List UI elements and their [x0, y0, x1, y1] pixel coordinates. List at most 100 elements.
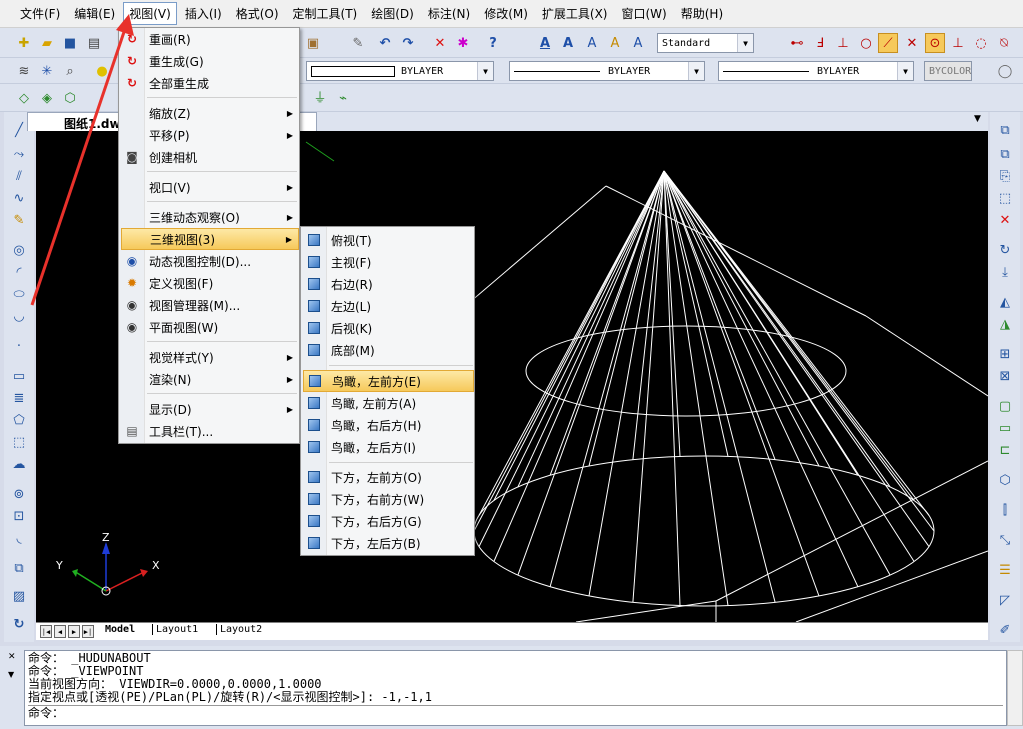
menu-window[interactable]: 窗口(W) — [616, 2, 673, 25]
spring-icon[interactable]: ≣ — [9, 388, 29, 408]
circle-tool-icon[interactable]: ◯ — [995, 61, 1015, 81]
array-icon[interactable]: ◮ — [995, 314, 1015, 334]
menu-item-display[interactable]: 显示(D) ▶ — [119, 398, 299, 420]
layer-on-icon[interactable]: ● — [92, 61, 112, 81]
last-tab-icon[interactable]: ▶| — [82, 625, 94, 638]
new-file-icon[interactable]: ✚ — [14, 33, 34, 53]
tab-model[interactable]: Model — [102, 624, 138, 635]
sketch-icon[interactable]: ✎ — [9, 210, 29, 230]
mtext-icon[interactable]: A — [558, 33, 578, 53]
copy-multiple-icon[interactable]: ⧉ — [995, 144, 1015, 164]
rectangle-icon[interactable]: ▭ — [9, 366, 29, 386]
command-scrollbar[interactable] — [1007, 650, 1023, 726]
stretch-icon[interactable]: ⊠ — [995, 366, 1015, 386]
menu-item-back[interactable]: 后视(K) — [301, 317, 474, 339]
find-text-icon[interactable]: A — [628, 33, 648, 53]
menu-item-redraw[interactable]: ↻ 重画(R) — [119, 28, 299, 50]
paste-icon[interactable]: ▣ — [303, 33, 323, 53]
snap-center-icon[interactable]: ○ — [856, 33, 876, 53]
align-icon[interactable]: ⫿ — [995, 500, 1015, 520]
snap-node-icon[interactable]: ⊙ — [925, 33, 945, 53]
print-icon[interactable]: ▤ — [84, 33, 104, 53]
menu-format[interactable]: 格式(O) — [230, 2, 285, 25]
menu-item-dynamic-view[interactable]: ◉ 动态视图控制(D)... — [119, 250, 299, 272]
menu-item-below-sw[interactable]: 下方，左前方(O) — [301, 466, 474, 488]
snap-intersection-icon[interactable]: ✕ — [902, 33, 922, 53]
copy-icon[interactable]: ⧉ — [995, 120, 1015, 140]
ellipse-arc-icon[interactable]: ◡ — [9, 306, 29, 326]
properties-icon[interactable]: ✐ — [995, 620, 1015, 640]
snap-endpoint-icon[interactable]: ⊷ — [787, 33, 807, 53]
first-tab-icon[interactable]: |◀ — [40, 625, 52, 638]
solid-wedge-icon[interactable]: ◈ — [37, 88, 57, 108]
match-properties-icon[interactable]: ✎ — [348, 33, 368, 53]
rotate-icon[interactable]: ↻ — [995, 240, 1015, 260]
menu-item-front[interactable]: 主视(F) — [301, 251, 474, 273]
menu-item-top[interactable]: 俯视(T) — [301, 229, 474, 251]
snap-quadrant-icon[interactable]: ◌ — [971, 33, 991, 53]
close-icon[interactable]: ✕ — [8, 652, 16, 662]
move-icon[interactable]: ⤓ — [995, 262, 1015, 282]
prev-tab-icon[interactable]: ◀ — [54, 625, 66, 638]
menu-item-regen[interactable]: ↻ 重生成(G) — [119, 50, 299, 72]
hatch-icon[interactable]: ▨ — [9, 586, 29, 606]
menu-item-below-ne[interactable]: 下方，右后方(G) — [301, 510, 474, 532]
menu-item-zoom[interactable]: 缩放(Z) ▶ — [119, 102, 299, 124]
linetype-select[interactable]: BYLAYER ▼ — [509, 61, 705, 81]
color-select[interactable]: BYLAYER ▼ — [306, 61, 494, 81]
menu-item-render[interactable]: 渲染(N) ▶ — [119, 368, 299, 390]
menu-item-left[interactable]: 左边(L) — [301, 295, 474, 317]
menu-item-plan-view[interactable]: ◉ 平面视图(W) — [119, 316, 299, 338]
menu-item-pan[interactable]: 平移(P) ▶ — [119, 124, 299, 146]
menu-item-below-nw[interactable]: 下方，左后方(B) — [301, 532, 474, 554]
menu-item-below-se[interactable]: 下方，右前方(W) — [301, 488, 474, 510]
extend-icon[interactable]: ▭ — [995, 418, 1015, 438]
line-icon[interactable]: ╱ — [9, 120, 29, 140]
block-icon[interactable]: ⊡ — [9, 506, 29, 526]
mirror-3d-icon[interactable]: ◭ — [995, 292, 1015, 312]
chevron-down-icon[interactable]: ▼ — [8, 670, 14, 679]
snap-perpendicular-icon[interactable]: ⊥ — [833, 33, 853, 53]
redo-icon[interactable]: ↷ — [398, 33, 418, 53]
command-input[interactable]: 命令： — [28, 705, 1003, 720]
trim-icon[interactable]: ▢ — [995, 396, 1015, 416]
erase-icon[interactable]: ✕ — [995, 210, 1015, 230]
point-icon[interactable]: · — [9, 336, 29, 356]
tab-list-chevron-icon[interactable]: ▼ — [974, 114, 981, 124]
polygon-icon[interactable]: ⬠ — [9, 410, 29, 430]
tab-layout2[interactable]: Layout2 — [216, 624, 265, 635]
open-file-icon[interactable]: ▰ — [37, 33, 57, 53]
layer-manager-icon[interactable]: ≋ — [14, 61, 34, 81]
purge-icon[interactable]: ✱ — [453, 33, 473, 53]
dimension-icon[interactable]: ☰ — [995, 560, 1015, 580]
layer-previous-icon[interactable]: ✳ — [37, 61, 57, 81]
edit-text-icon[interactable]: A — [605, 33, 625, 53]
offset-icon[interactable]: ⬚ — [995, 188, 1015, 208]
menu-item-bottom[interactable]: 底部(M) — [301, 339, 474, 361]
fillet-icon[interactable]: ◟ — [9, 528, 29, 548]
menu-help[interactable]: 帮助(H) — [675, 2, 729, 25]
ray-icon[interactable]: ⤳ — [9, 144, 29, 164]
scale-icon[interactable]: ⊞ — [995, 344, 1015, 364]
insert-block-icon[interactable]: ⧉ — [9, 558, 29, 578]
regen-tool-icon[interactable]: ↻ — [9, 614, 29, 634]
help-icon[interactable]: ? — [483, 33, 503, 53]
menu-extended-tools[interactable]: 扩展工具(X) — [536, 2, 614, 25]
mirror-icon[interactable]: ⎘ — [995, 166, 1015, 186]
menu-item-ne-iso[interactable]: 鸟瞰，右后方(H) — [301, 414, 474, 436]
delete-icon[interactable]: ✕ — [430, 33, 450, 53]
menu-item-regen-all[interactable]: ↻ 全部重生成 — [119, 72, 299, 94]
snap-nearest-icon[interactable]: ⟋ — [878, 33, 898, 53]
explode-icon[interactable]: ◸ — [995, 590, 1015, 610]
menu-item-define-view[interactable]: ✹ 定义视图(F) — [119, 272, 299, 294]
solid-box-icon[interactable]: ◇ — [14, 88, 34, 108]
menu-item-right[interactable]: 右边(R) — [301, 273, 474, 295]
break-icon[interactable]: ⊏ — [995, 440, 1015, 460]
chamfer-icon[interactable]: ⬡ — [995, 470, 1015, 490]
snap-none-icon[interactable]: ⍉ — [994, 33, 1014, 53]
text-style-select[interactable]: Standard ▼ — [657, 33, 754, 53]
text-style-icon[interactable]: A — [582, 33, 602, 53]
menu-item-view-manager[interactable]: ◉ 视图管理器(M)... — [119, 294, 299, 316]
menu-custom-tools[interactable]: 定制工具(T) — [287, 2, 364, 25]
donut-icon[interactable]: ⊚ — [9, 484, 29, 504]
